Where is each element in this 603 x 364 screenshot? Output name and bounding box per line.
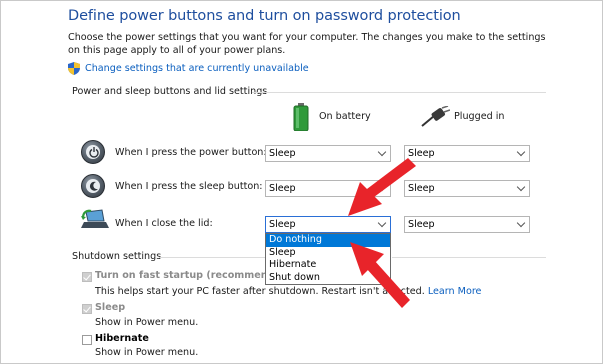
annotation-arrows [348, 158, 416, 308]
sleep-menu-title: Sleep [95, 302, 126, 313]
sleep-menu-checkbox[interactable] [82, 304, 92, 314]
row-power-button-label: When I press the power button: [115, 147, 267, 158]
fast-startup-checkbox[interactable] [82, 272, 92, 282]
row-close-lid-label: When I close the lid: [115, 218, 213, 229]
power-section-divider [252, 92, 546, 93]
battery-icon [293, 103, 309, 131]
hibernate-menu-title: Hibernate [95, 333, 149, 344]
plug-icon [421, 106, 450, 127]
change-settings-link-label: Change settings that are currently unava… [85, 63, 309, 74]
col-on-battery: On battery [319, 111, 371, 122]
change-settings-link[interactable]: Change settings that are currently unava… [68, 62, 309, 75]
arrow-lower [350, 242, 410, 308]
hibernate-menu-checkbox[interactable] [82, 335, 92, 345]
shutdown-section-label: Shutdown settings [72, 251, 162, 262]
row-sleep-button-label: When I press the sleep button: [115, 181, 263, 192]
page-title: Define power buttons and turn on passwor… [68, 8, 461, 24]
power-button-icon [81, 140, 105, 164]
page-description: Choose the power settings that you want … [68, 32, 546, 56]
power-section-label: Power and sleep buttons and lid settings [72, 86, 268, 97]
uac-shield-icon [68, 62, 80, 75]
laptop-lid-icon [81, 209, 109, 228]
col-plugged-in: Plugged in [454, 111, 505, 122]
sleep-menu-desc: Show in Power menu. [95, 317, 199, 328]
hibernate-menu-desc: Show in Power menu. [95, 347, 199, 358]
fast-startup-title: Turn on fast startup (recommended) [95, 270, 293, 281]
shutdown-section-divider-left [160, 257, 265, 258]
sleep-button-icon [81, 174, 105, 198]
arrow-upper [348, 158, 416, 216]
